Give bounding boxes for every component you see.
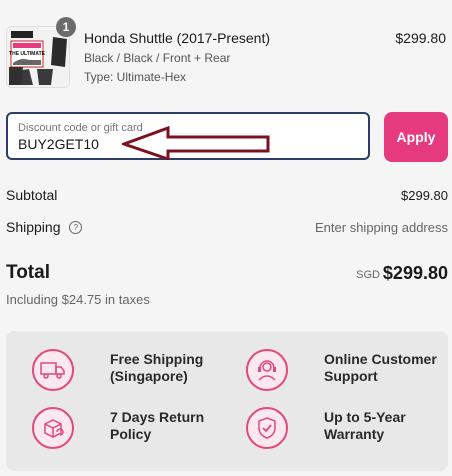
feature-free-shipping: Free Shipping (Singapore) <box>14 345 224 395</box>
tax-note: Including $24.75 in taxes <box>6 292 150 307</box>
shipping-label: Shipping <box>6 219 61 235</box>
free-shipping-truck-icon <box>32 349 74 391</box>
car-mat-image: THE ULTIMATE <box>7 27 69 87</box>
features-panel: Free Shipping (Singapore) Online Custome… <box>6 331 448 471</box>
apply-discount-button[interactable]: Apply <box>384 112 448 162</box>
warranty-shield-icon <box>246 407 288 449</box>
product-type: Type: Ultimate-Hex <box>84 70 187 84</box>
total-amount: $299.80 <box>382 263 448 283</box>
product-name: Honda Shuttle (2017-Present) <box>84 30 270 46</box>
shipping-value: Enter shipping address <box>315 220 448 235</box>
feature-text: 7 Days Return Policy <box>110 409 205 442</box>
product-price: $299.80 <box>395 30 446 46</box>
feature-text: Up to 5-Year Warranty <box>324 409 406 442</box>
customer-support-headset-icon <box>246 349 288 391</box>
feature-text: Online Customer Support <box>324 351 437 384</box>
shipping-row: Shipping ? <box>6 219 83 235</box>
subtotal-label: Subtotal <box>6 187 58 203</box>
feature-online-support: Online Customer Support <box>228 345 438 395</box>
help-icon[interactable]: ? <box>69 220 83 234</box>
product-variant: Black / Black / Front + Rear <box>84 51 231 65</box>
total-currency: SGD <box>356 269 380 281</box>
annotation-arrow-icon <box>122 125 270 160</box>
feature-return-policy: 7 Days Return Policy <box>14 403 224 453</box>
quantity-badge: 1 <box>56 17 76 37</box>
svg-text:THE ULTIMATE: THE ULTIMATE <box>9 51 46 57</box>
feature-warranty: Up to 5-Year Warranty <box>228 403 438 453</box>
order-line-item: THE ULTIMATE 1 Honda Shuttle (2017-Prese… <box>6 17 446 90</box>
return-box-icon <box>32 407 74 449</box>
feature-text: Free Shipping (Singapore) <box>110 351 204 384</box>
subtotal-value: $299.80 <box>401 188 448 203</box>
total-label: Total <box>6 262 50 283</box>
